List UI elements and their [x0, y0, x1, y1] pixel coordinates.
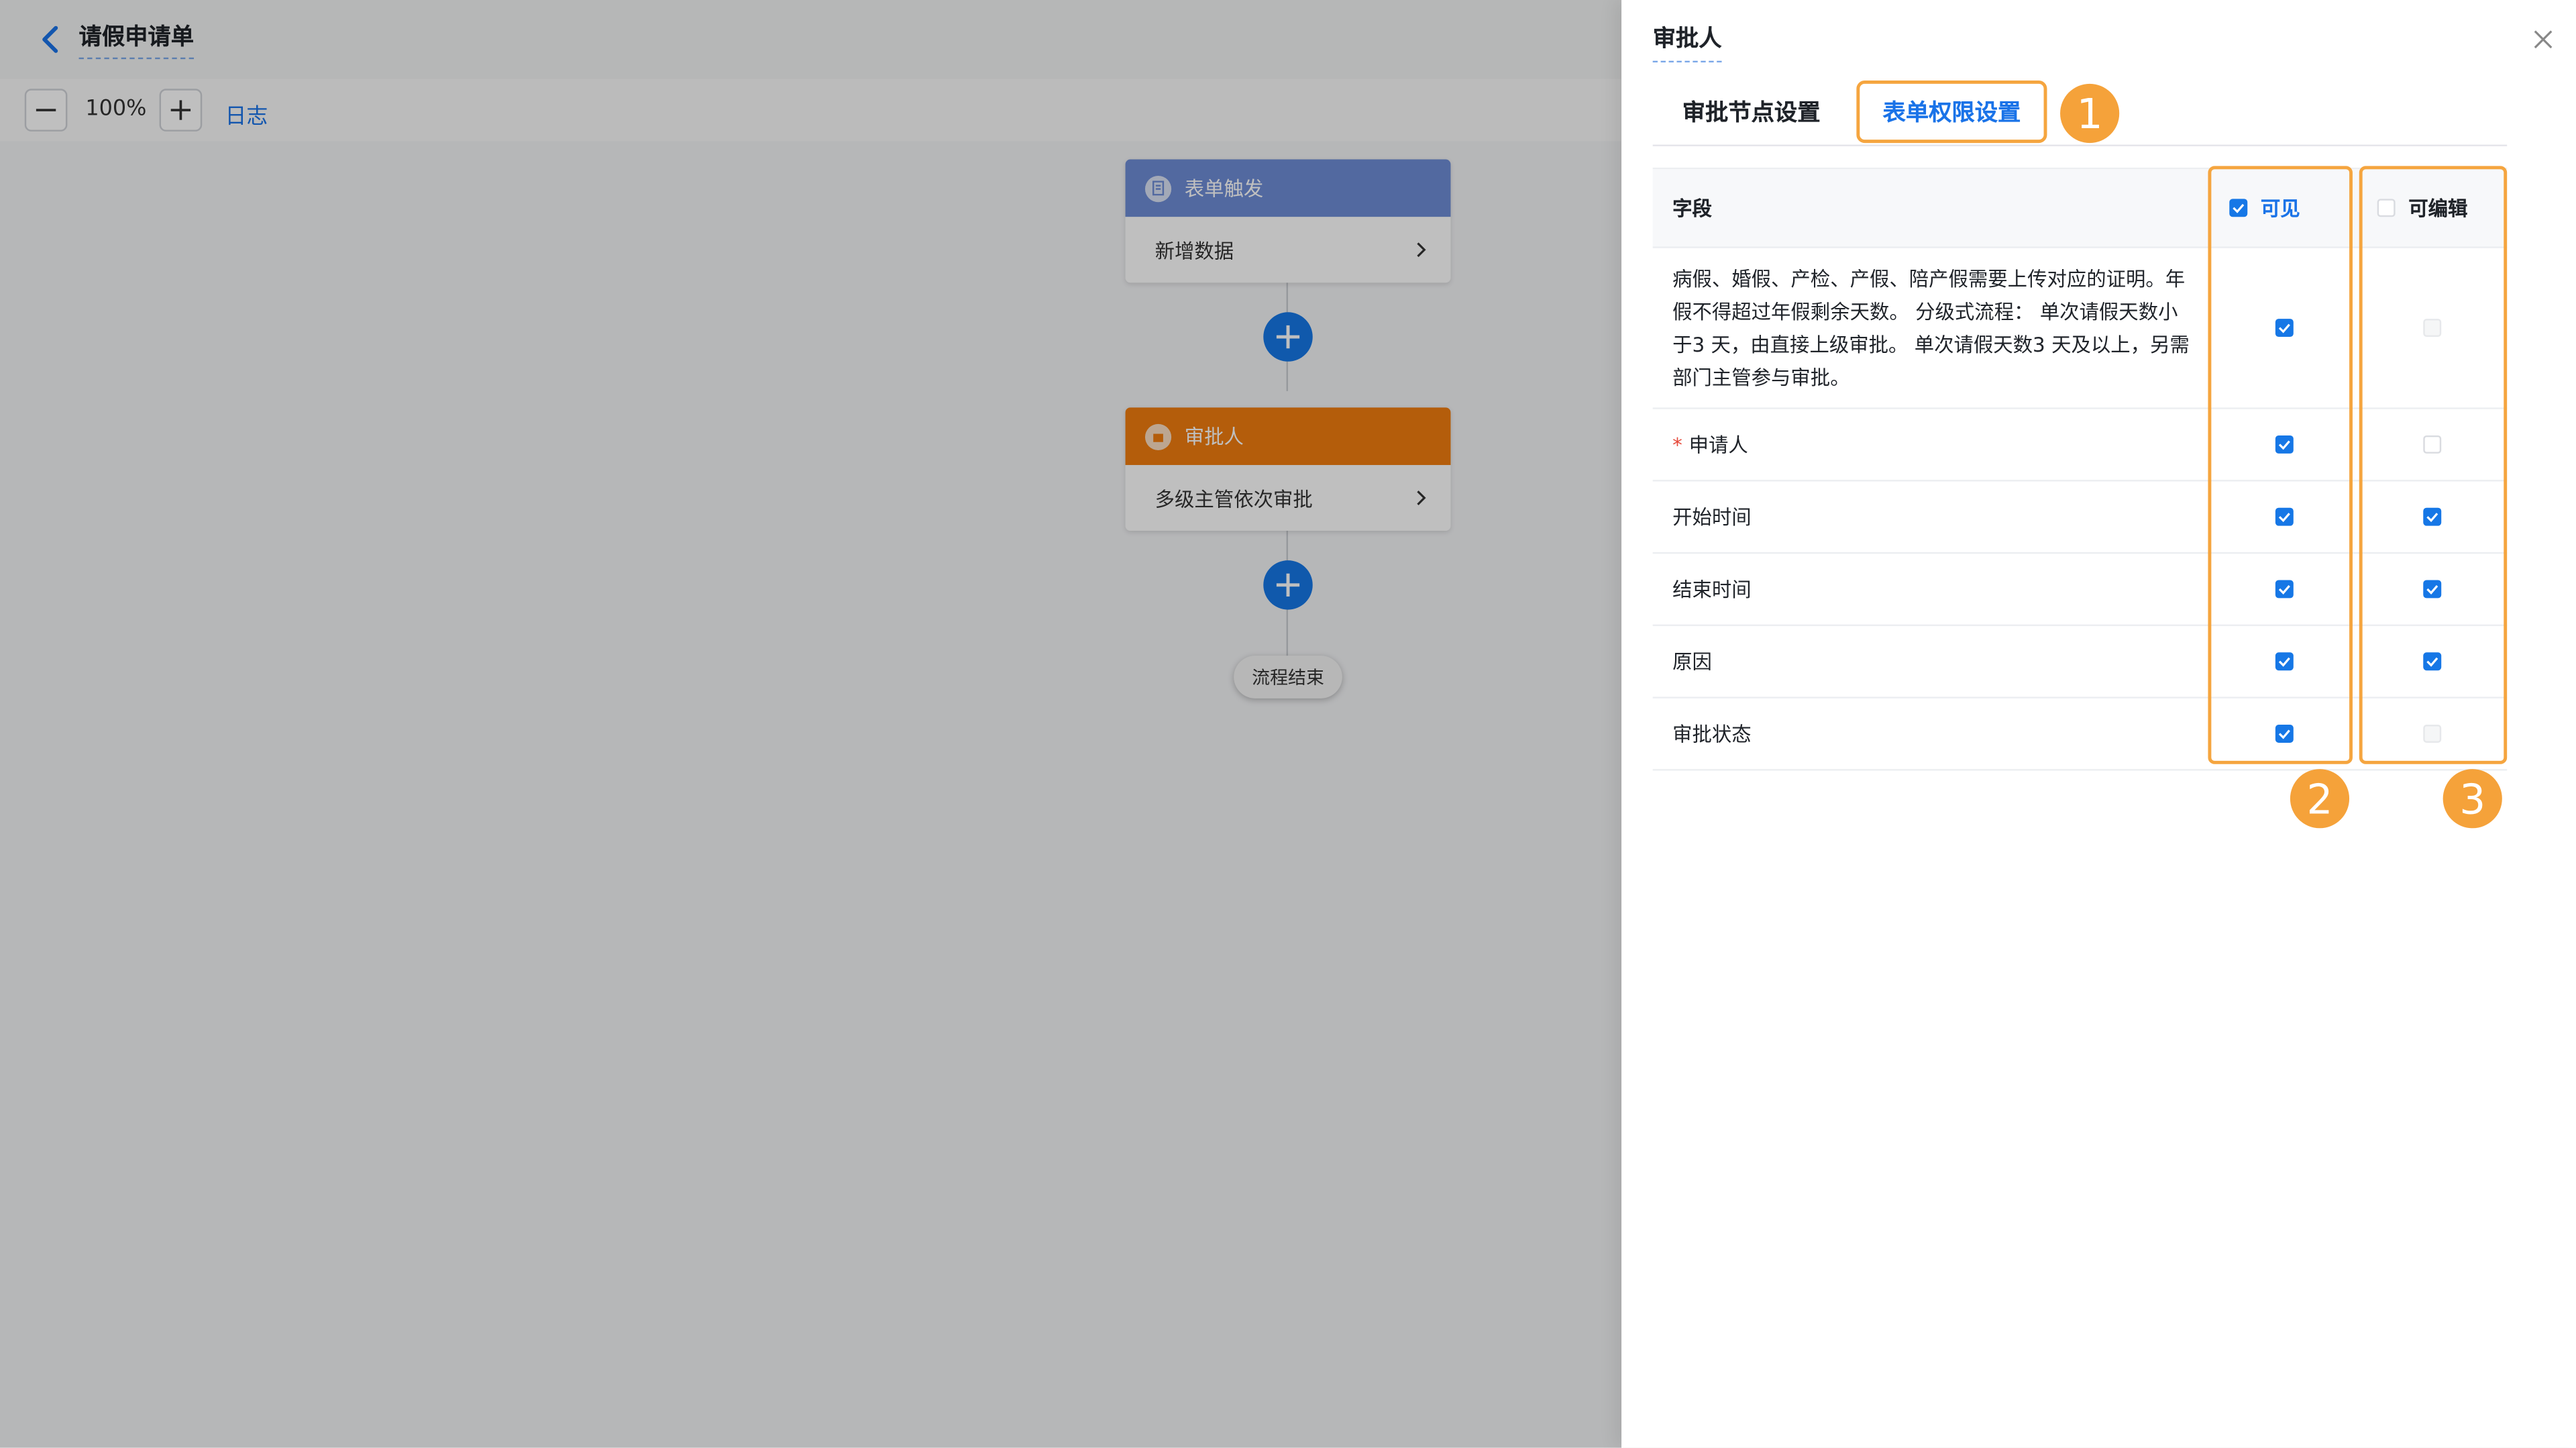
drawer-title: 审批人 — [1652, 21, 1722, 63]
table-row: * 申请人 — [1652, 409, 2508, 482]
visible-checkbox[interactable] — [2274, 507, 2293, 526]
required-mark: * — [1672, 433, 1682, 456]
table-row: 结束时间 — [1652, 554, 2508, 627]
editable-checkbox[interactable] — [2422, 580, 2440, 599]
field-label: 原因 — [1672, 650, 1712, 674]
table-row: 开始时间 — [1652, 482, 2508, 554]
table-header-row: 字段 可见 可编辑 — [1652, 169, 2508, 248]
field-label: 开始时间 — [1672, 506, 1752, 529]
field-label: 审批状态 — [1672, 723, 1752, 746]
visible-checkbox[interactable] — [2274, 435, 2293, 454]
callout-badge-2: 2 — [2290, 769, 2350, 829]
editable-checkbox — [2422, 725, 2440, 743]
visible-checkbox[interactable] — [2274, 580, 2293, 599]
editable-checkbox — [2422, 319, 2440, 338]
table-row: 审批状态 — [1652, 699, 2508, 771]
editable-checkbox[interactable] — [2422, 507, 2440, 526]
select-all-editable-checkbox[interactable] — [2377, 199, 2396, 217]
field-label: 病假、婚假、产检、产假、陪产假需要上传对应的证明。年假不得超过年假剩余天数。 分… — [1672, 266, 2190, 389]
visible-checkbox[interactable] — [2274, 652, 2293, 671]
editable-label: 可编辑 — [2408, 197, 2468, 221]
column-header-visible[interactable]: 可见 — [2210, 169, 2357, 246]
editable-checkbox[interactable] — [2422, 435, 2440, 454]
table-row: 原因 — [1652, 626, 2508, 699]
field-label: 结束时间 — [1672, 578, 1752, 602]
tab-form-permission-settings[interactable]: 表单权限设置 — [1856, 81, 2047, 144]
permission-table: 字段 可见 可编辑 病假、婚假、产检、产假、陪产假需要上传对应的证明。年假不得超… — [1652, 167, 2508, 771]
tab-approval-node-settings[interactable]: 审批节点设置 — [1682, 79, 1821, 145]
visible-checkbox[interactable] — [2274, 725, 2293, 743]
column-header-editable[interactable]: 可编辑 — [2357, 169, 2505, 246]
select-all-visible-checkbox[interactable] — [2229, 199, 2248, 217]
table-row: 病假、婚假、产检、产假、陪产假需要上传对应的证明。年假不得超过年假剩余天数。 分… — [1652, 248, 2508, 409]
editable-checkbox[interactable] — [2422, 652, 2440, 671]
callout-badge-3: 3 — [2443, 769, 2502, 829]
field-label: 申请人 — [1688, 433, 1748, 457]
visible-checkbox[interactable] — [2274, 319, 2293, 338]
approver-settings-drawer: 审批人 审批节点设置 表单权限设置 1 字段 可见 可编辑 病假、婚假、产检、产… — [1621, 0, 2576, 1448]
callout-badge-1: 1 — [2060, 83, 2120, 144]
drawer-overlay[interactable] — [0, 0, 1622, 1448]
column-header-field: 字段 — [1672, 197, 1712, 221]
visible-label: 可见 — [2260, 197, 2300, 221]
close-icon[interactable] — [2532, 26, 2555, 49]
